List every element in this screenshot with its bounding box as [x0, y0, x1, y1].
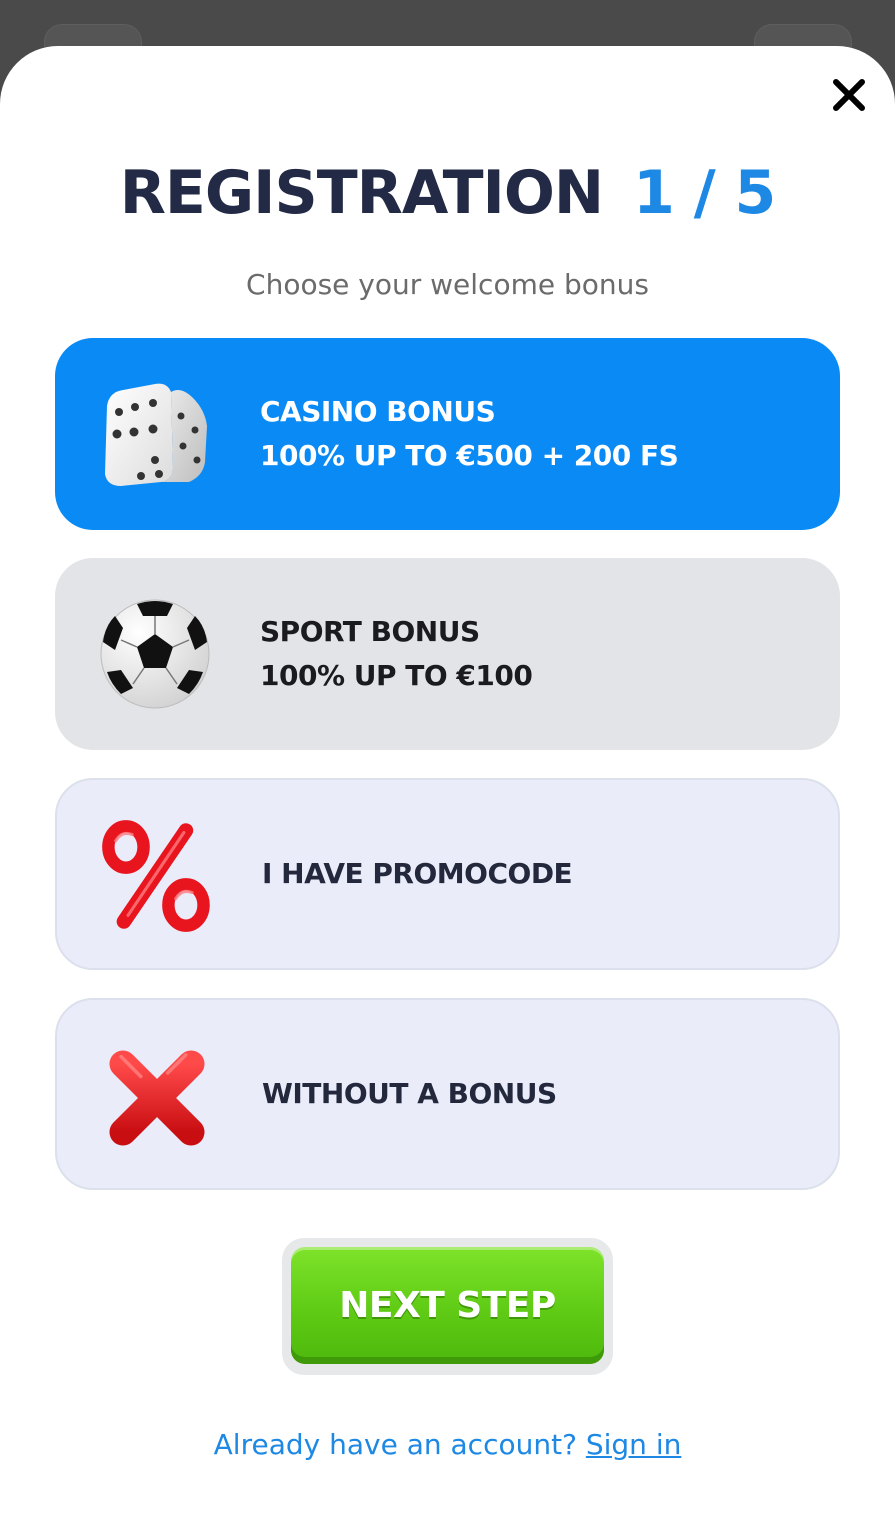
option-title: I HAVE PROMOCODE: [262, 857, 573, 890]
option-text: WITHOUT A BONUS: [262, 1000, 557, 1188]
percent-icon: [102, 820, 210, 932]
option-detail: 100% UP TO €500 + 200 FS: [260, 439, 679, 472]
option-promocode[interactable]: I HAVE PROMOCODE: [55, 778, 840, 970]
next-step-button[interactable]: NEXT STEP: [291, 1247, 604, 1364]
sign-in-link[interactable]: Sign in: [586, 1428, 682, 1461]
option-detail: 100% UP TO €100: [260, 659, 533, 692]
option-title: SPORT BONUS: [260, 615, 480, 648]
option-casino-bonus[interactable]: CASINO BONUS 100% UP TO €500 + 200 FS: [55, 338, 840, 530]
close-button[interactable]: [826, 72, 872, 118]
close-icon: [833, 79, 865, 111]
soccer-ball-icon: [100, 599, 210, 709]
step-indicator: 1 / 5: [633, 158, 776, 228]
page-title: REGISTRATION 1 / 5: [0, 158, 895, 228]
option-text: SPORT BONUS 100% UP TO €100: [260, 558, 533, 750]
option-sport-bonus[interactable]: SPORT BONUS 100% UP TO €100: [55, 558, 840, 750]
option-without-bonus[interactable]: WITHOUT A BONUS: [55, 998, 840, 1190]
next-step-container: NEXT STEP: [282, 1238, 613, 1375]
subtitle: Choose your welcome bonus: [246, 268, 649, 301]
signin-prompt: Already have an account? Sign in: [0, 1428, 895, 1461]
dice-icon: [105, 383, 207, 486]
option-title: CASINO BONUS: [260, 395, 496, 428]
option-text: CASINO BONUS 100% UP TO €500 + 200 FS: [260, 338, 679, 530]
red-x-icon: [109, 1050, 205, 1146]
option-text: I HAVE PROMOCODE: [262, 780, 573, 968]
account-prompt-text: Already have an account?: [213, 1428, 577, 1461]
title-text: REGISTRATION: [119, 158, 604, 228]
option-title: WITHOUT A BONUS: [262, 1077, 557, 1110]
